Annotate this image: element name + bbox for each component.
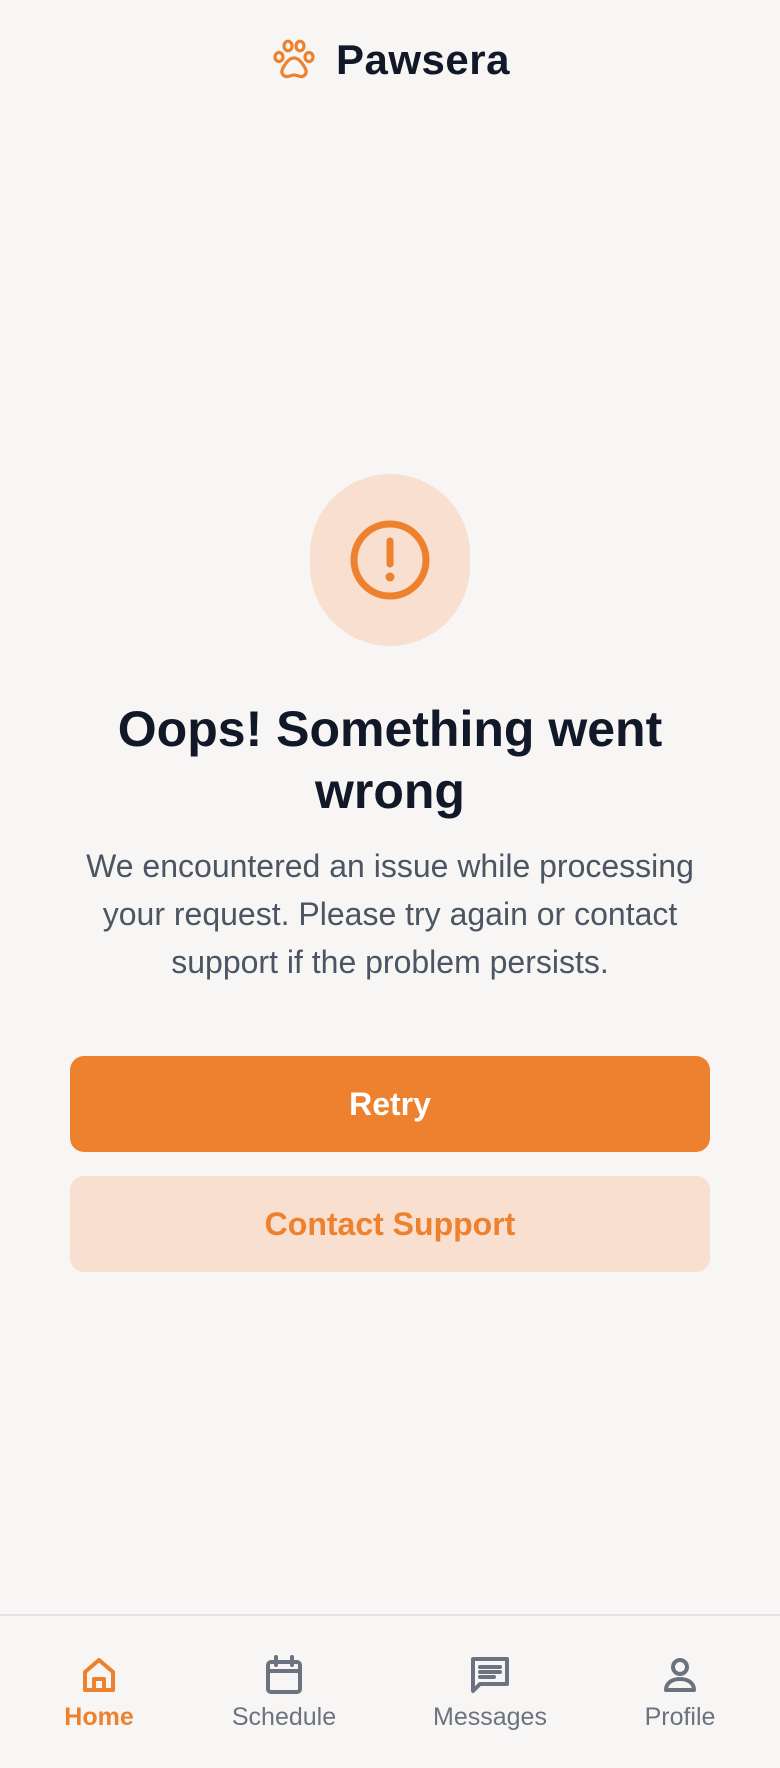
nav-item-messages[interactable]: Messages [420,1616,560,1768]
app-screen: Pawsera Oops! Something went wrong We en… [0,0,780,1768]
alert-circle-icon [350,520,430,600]
app-title: Pawsera [336,36,510,83]
home-icon [83,1657,115,1692]
retry-button[interactable]: Retry [70,1056,710,1152]
error-badge [310,474,470,646]
nav-item-home[interactable]: Home [44,1616,154,1768]
nav-item-schedule[interactable]: Schedule [214,1616,354,1768]
app-header: Pawsera [0,0,780,120]
message-icon [471,1656,509,1693]
calendar-icon [266,1654,302,1694]
contact-support-button[interactable]: Contact Support [70,1176,710,1272]
nav-label-messages: Messages [433,1702,547,1731]
nav-item-profile[interactable]: Profile [620,1616,740,1768]
nav-label-schedule: Schedule [231,1702,337,1731]
user-icon [664,1657,696,1692]
nav-label-profile: Profile [644,1702,716,1731]
bottom-navigation: Home Schedule Messages Profile [0,1614,780,1768]
error-description: We encountered an issue while processing… [86,848,694,980]
paw-icon [273,39,315,79]
nav-label-home: Home [64,1702,134,1731]
error-state: Oops! Something went wrong We encountere… [0,474,780,1272]
error-title: Oops! Something went wrong [117,701,663,819]
